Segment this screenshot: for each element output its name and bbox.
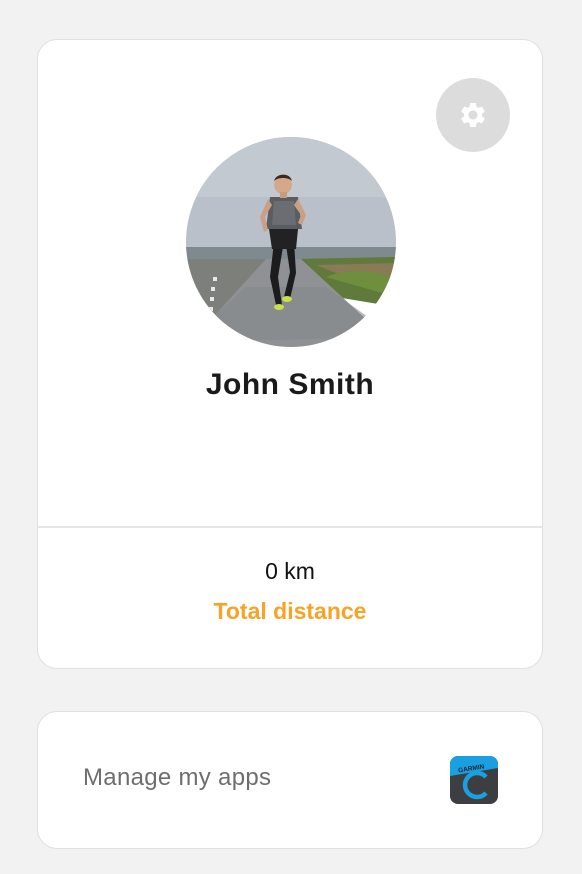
settings-button[interactable] [436,78,510,152]
total-distance-label: Total distance [213,598,367,624]
garmin-connect-icon[interactable]: GARMIN [450,756,498,804]
gear-icon [461,102,485,127]
avatar [186,137,396,347]
total-distance-value: 0 km [265,558,315,584]
profile-card: John Smith 0 km Total distance [37,39,543,669]
user-name: John Smith [205,368,375,401]
runner-photo [186,137,396,347]
manage-apps-card[interactable]: Manage my apps GARMIN [37,711,543,849]
divider [38,526,542,528]
manage-apps-label: Manage my apps [83,764,272,791]
